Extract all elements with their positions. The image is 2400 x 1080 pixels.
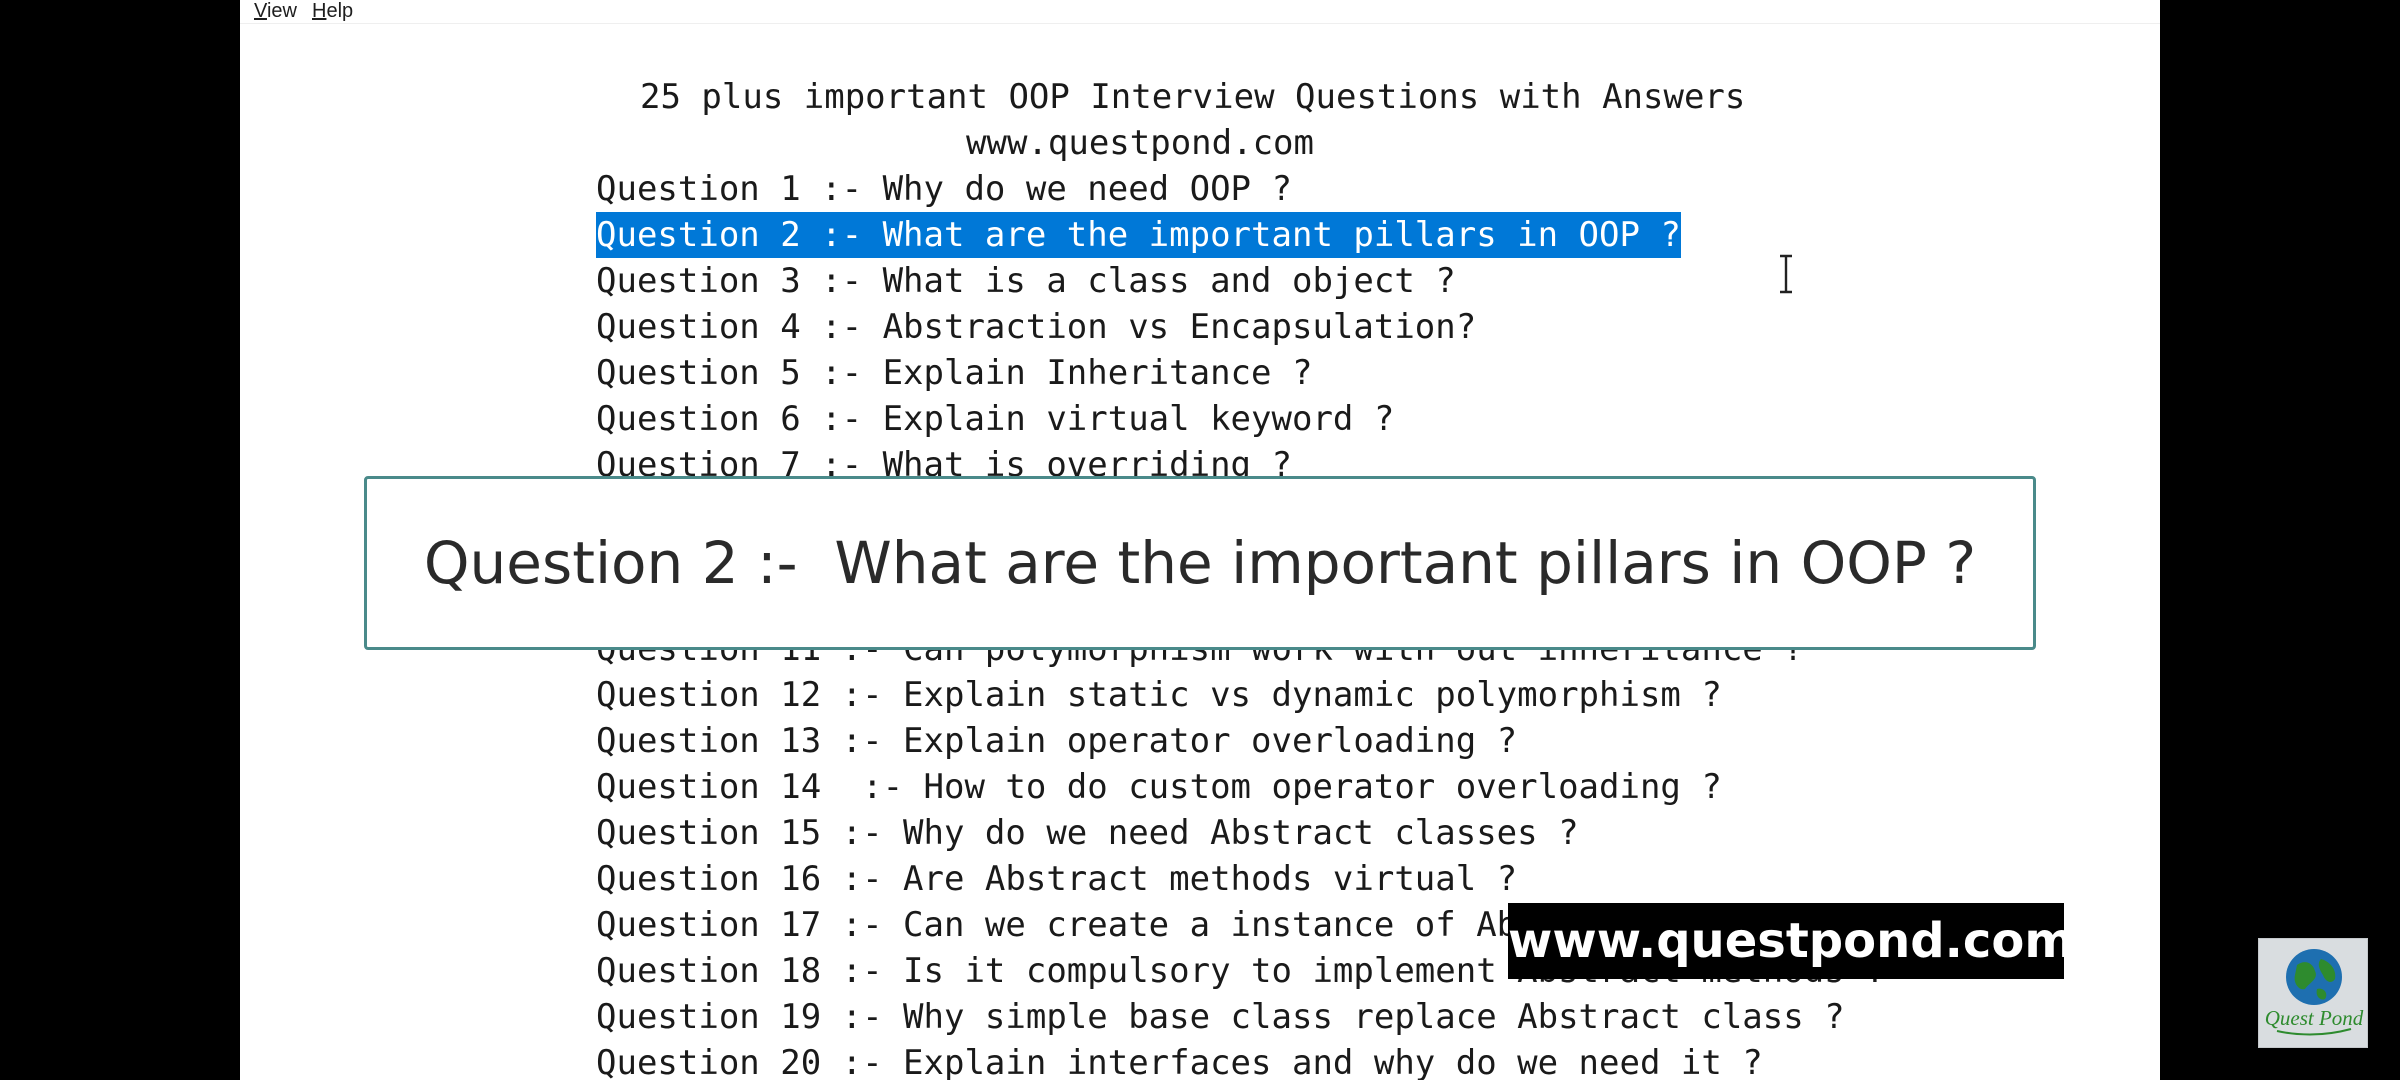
website-watermark: www.questpond.com: [1508, 903, 2074, 979]
menu-help-label: elp: [326, 0, 354, 22]
menu-view[interactable]: View: [254, 0, 297, 22]
text-cursor-icon: [1780, 254, 1792, 294]
question-line: Question 14 :- How to do custom operator…: [596, 767, 1722, 807]
question-line: Question 12 :- Explain static vs dynamic…: [596, 675, 1722, 715]
globe-icon: Quest Pond: [2265, 949, 2364, 1036]
question-caption-overlay: Question 2 :- What are the important pil…: [364, 476, 2036, 650]
document-website: www.questpond.com: [966, 123, 1314, 163]
menu-bar: View Help: [240, 0, 2160, 24]
question-line: Question 13 :- Explain operator overload…: [596, 721, 1518, 761]
question-line: Question 15 :- Why do we need Abstract c…: [596, 813, 1579, 853]
question-line: Question 4 :- Abstraction vs Encapsulati…: [596, 307, 1477, 347]
question-line: Question 19 :- Why simple base class rep…: [596, 997, 1845, 1037]
question-line-selected: Question 2 :- What are the important pil…: [596, 212, 1681, 258]
menu-view-label: iew: [266, 0, 297, 22]
document-title: 25 plus important OOP Interview Question…: [640, 77, 1746, 117]
logo-text: Quest Pond: [2265, 1006, 2364, 1030]
menu-help[interactable]: Help: [312, 0, 353, 22]
question-line: Question 5 :- Explain Inheritance ?: [596, 353, 1313, 393]
video-frame: View Help 25 plus important OOP Intervie…: [0, 0, 2400, 1080]
question-line: Question 16 :- Are Abstract methods virt…: [596, 859, 1518, 899]
question-line: Question 3 :- What is a class and object…: [596, 261, 1456, 301]
question-line: Question 1 :- Why do we need OOP ?: [596, 169, 1292, 209]
questpond-logo: Quest Pond: [2258, 938, 2368, 1048]
question-line: Question 6 :- Explain virtual keyword ?: [596, 399, 1395, 439]
question-line: Question 20 :- Explain interfaces and wh…: [596, 1043, 1763, 1080]
